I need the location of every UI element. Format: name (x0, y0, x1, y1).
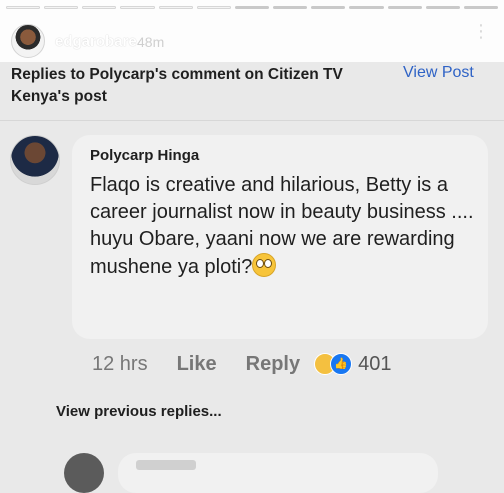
reaction-count[interactable]: 401 (358, 353, 391, 376)
reply-bubble (118, 453, 438, 493)
like-button[interactable]: Like (177, 353, 217, 376)
flushed-face-icon (252, 253, 277, 277)
reply-button[interactable]: Reply (246, 353, 300, 376)
like-icon: 👍 (330, 353, 353, 375)
comment-body: Flaqo is creative and hilarious, Betty i… (90, 174, 474, 278)
kebab-icon[interactable]: ⋮ (472, 22, 490, 48)
view-previous-replies[interactable]: View previous replies... (56, 403, 222, 420)
story-header: edgarobare 48m ⋮ (0, 0, 504, 62)
reactions[interactable]: 👍 (314, 353, 353, 375)
story-title: Replies to Polycarp's comment on Citizen… (11, 66, 343, 105)
avatar[interactable] (11, 24, 45, 58)
comment-time: 12 hrs (92, 352, 148, 375)
comment-author[interactable]: Polycarp Hinga (90, 147, 199, 164)
reply-avatar[interactable] (64, 453, 104, 493)
view-post-button[interactable]: View Post (403, 64, 474, 82)
comment-text: Flaqo is creative and hilarious, Betty i… (90, 172, 480, 281)
username[interactable]: edgarobare (55, 33, 137, 50)
commenter-avatar[interactable] (10, 135, 60, 185)
divider (0, 120, 504, 121)
story-progress (6, 6, 499, 9)
comment-actions: 12 hrs Like Reply 👍 401 (92, 350, 391, 378)
time-ago: 48m (137, 34, 165, 50)
